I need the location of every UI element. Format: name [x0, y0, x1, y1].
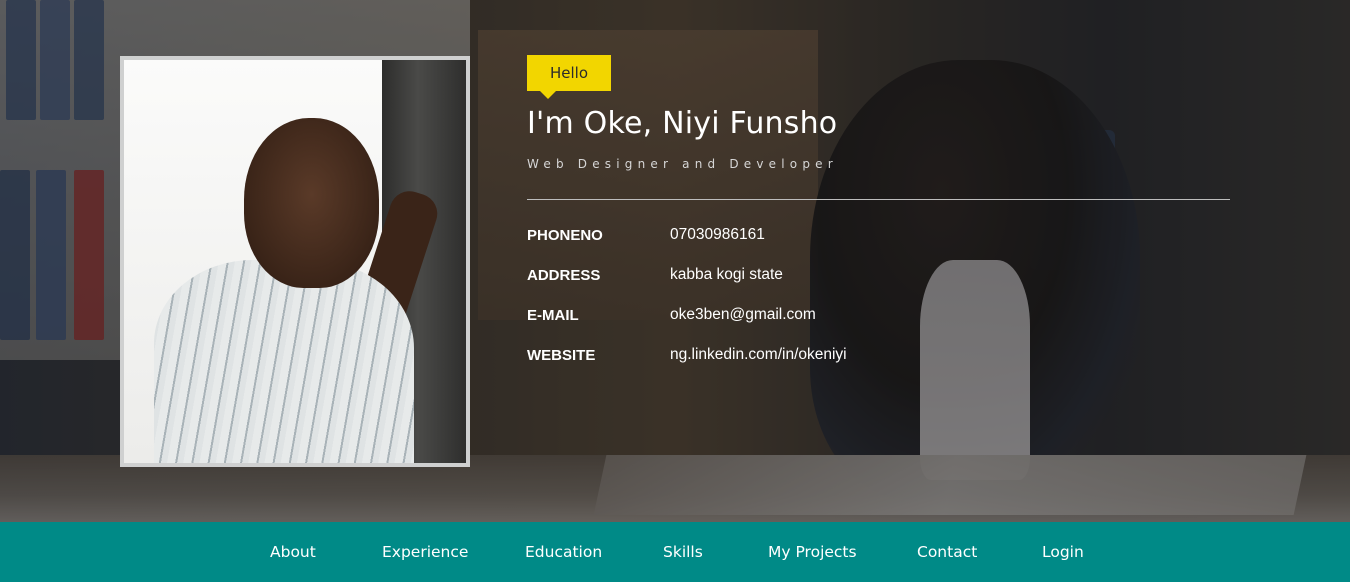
photo-shirt — [154, 260, 414, 463]
nav-item-education[interactable]: Education — [525, 522, 602, 582]
main-nav: About Experience Education Skills My Pro… — [0, 522, 1350, 582]
website-link[interactable]: ng.linkedin.com/in/okeniyi — [670, 346, 847, 364]
nav-item-login[interactable]: Login — [1042, 522, 1084, 582]
nav-item-skills[interactable]: Skills — [663, 522, 703, 582]
detail-label: WEBSITE — [527, 346, 596, 364]
nav-item-contact[interactable]: Contact — [917, 522, 977, 582]
detail-label: ADDRESS — [527, 266, 601, 284]
detail-value-address: kabba kogi state — [670, 266, 783, 283]
detail-row-address: ADDRESS kabba kogi state — [527, 263, 1127, 287]
detail-value-phone: 07030986161 — [670, 226, 765, 243]
detail-row-email: E-MAIL oke3ben@gmail.com — [527, 303, 1127, 327]
nav-item-my-projects[interactable]: My Projects — [768, 522, 857, 582]
detail-label: PHONENO — [527, 226, 603, 244]
email-link[interactable]: oke3ben@gmail.com — [670, 306, 816, 324]
job-tagline: Web Designer and Developer — [527, 157, 838, 171]
detail-row-phone: PHONENO 07030986161 — [527, 223, 1127, 247]
detail-label: E-MAIL — [527, 306, 579, 324]
hello-badge: Hello — [527, 55, 611, 99]
photo-head — [244, 118, 379, 288]
nav-item-about[interactable]: About — [270, 522, 316, 582]
detail-row-website: WEBSITE ng.linkedin.com/in/okeniyi — [527, 343, 1127, 367]
divider — [527, 199, 1230, 200]
profile-photo — [120, 56, 470, 467]
nav-item-experience[interactable]: Experience — [382, 522, 468, 582]
page-title: I'm Oke, Niyi Funsho — [527, 106, 838, 141]
